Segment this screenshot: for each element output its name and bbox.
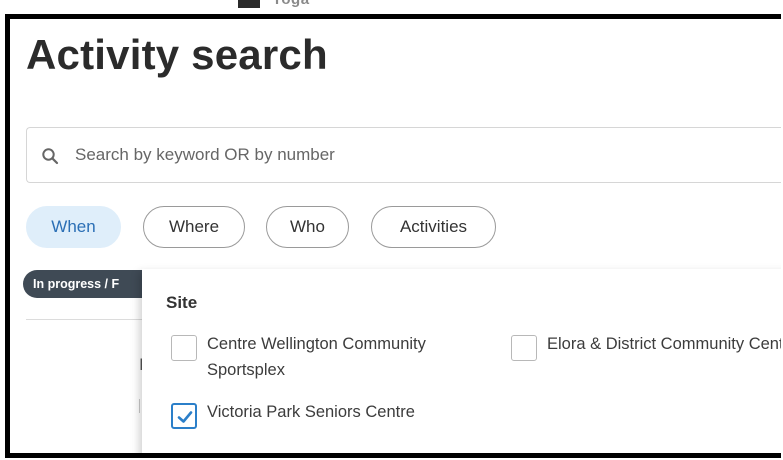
site-option-label: Victoria Park Seniors Centre — [207, 403, 415, 421]
filter-chip-who[interactable]: Who — [266, 206, 349, 248]
site-option-victoria-park[interactable]: Victoria Park Seniors Centre — [171, 399, 451, 429]
site-option-label: Elora & District Community Centre — [547, 335, 781, 353]
filter-chip-activities[interactable]: Activities — [371, 206, 496, 248]
page-title: Activity search — [26, 31, 328, 78]
top-strip: Yoga — [0, 0, 783, 14]
status-badge-label: In progress / F — [33, 277, 120, 291]
status-badge[interactable]: In progress / F — [23, 270, 158, 298]
site-option-elora[interactable]: Elora & District Community Centre — [511, 331, 781, 361]
logo — [238, 0, 260, 8]
filter-chip-when[interactable]: When — [26, 206, 121, 248]
site-filter-panel: Site Centre Wellington Community Sportsp… — [142, 269, 781, 453]
checkmark-icon — [177, 411, 193, 423]
site-heading: Site — [166, 293, 198, 312]
search-input[interactable] — [75, 128, 775, 182]
divider — [26, 319, 150, 320]
site-checkbox-elora[interactable] — [511, 335, 537, 361]
site-option-sportsplex[interactable]: Centre Wellington Community Sportsplex — [171, 331, 451, 383]
background-divider-fragment — [139, 399, 140, 413]
search-box[interactable] — [26, 127, 781, 183]
site-checkbox-victoria-park[interactable] — [171, 403, 197, 429]
filter-chip-where[interactable]: Where — [143, 206, 245, 248]
activity-search-frame: Activity search When Where Who Activitie… — [5, 14, 781, 458]
header-cut-text: Yoga — [272, 0, 310, 8]
site-checkbox-sportsplex[interactable] — [171, 335, 197, 361]
site-option-label: Centre Wellington Community Sportsplex — [207, 335, 426, 379]
search-icon — [41, 147, 59, 165]
